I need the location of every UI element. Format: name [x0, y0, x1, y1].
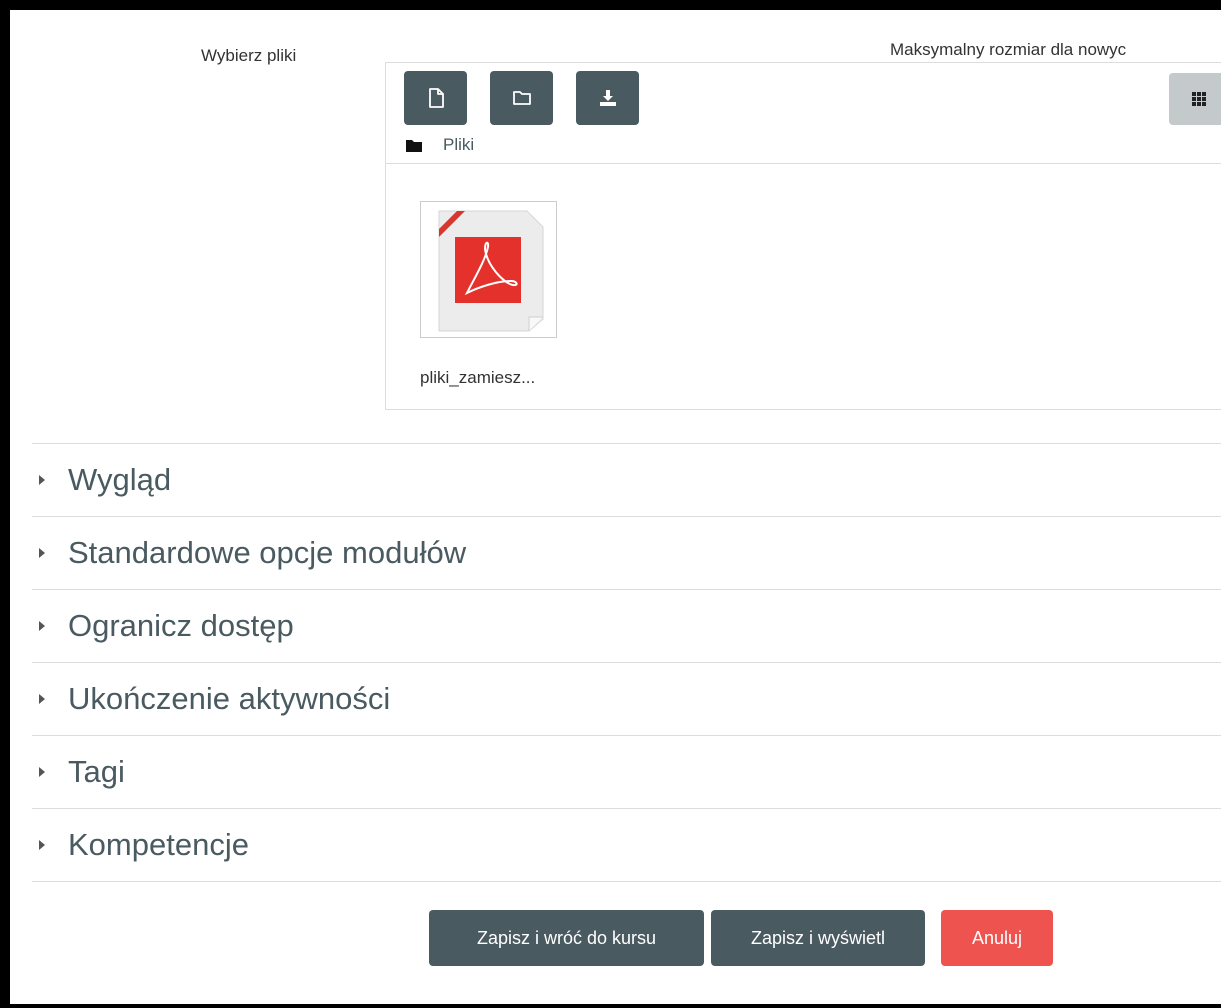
- section-standardowe-opcje[interactable]: Standardowe opcje modułów: [32, 516, 1221, 589]
- section-ukonczenie-aktywnosci[interactable]: Ukończenie aktywności: [32, 662, 1221, 735]
- download-icon: [599, 90, 616, 106]
- file-thumbnail[interactable]: [420, 201, 557, 338]
- breadcrumb-folder-link[interactable]: Pliki: [443, 135, 474, 155]
- create-folder-button[interactable]: [490, 71, 553, 125]
- download-button[interactable]: [576, 71, 639, 125]
- folder-icon: [512, 91, 531, 105]
- file-name[interactable]: pliki_zamiesz...: [420, 368, 560, 388]
- grid-icon: [1192, 92, 1206, 106]
- section-title[interactable]: Ukończenie aktywności: [68, 681, 390, 717]
- pdf-file-icon: [438, 210, 544, 332]
- breadcrumb: Pliki: [406, 135, 474, 155]
- field-label-files: Wybierz pliki: [201, 46, 297, 65]
- form-sections: Wygląd Standardowe opcje modułów Ogranic…: [32, 443, 1221, 882]
- save-display-button[interactable]: Zapisz i wyświetl: [711, 910, 925, 966]
- cancel-button[interactable]: Anuluj: [941, 910, 1053, 966]
- section-title[interactable]: Tagi: [68, 754, 125, 790]
- file-manager-toolbar: Pliki: [386, 63, 1221, 164]
- caret-right-icon: [38, 839, 52, 851]
- sections-divider: [32, 881, 1221, 882]
- caret-right-icon: [38, 474, 52, 486]
- view-icons-button[interactable]: [1169, 73, 1221, 125]
- section-tagi[interactable]: Tagi: [32, 735, 1221, 808]
- folder-icon: [406, 139, 422, 152]
- caret-right-icon: [38, 547, 52, 559]
- section-title[interactable]: Standardowe opcje modułów: [68, 535, 466, 571]
- section-title[interactable]: Ogranicz dostęp: [68, 608, 294, 644]
- file-manager: Pliki pliki_zamiesz...: [385, 62, 1221, 410]
- file-item[interactable]: pliki_zamiesz...: [420, 201, 560, 388]
- form-frame: Wybierz pliki Maksymalny rozmiar dla now…: [10, 10, 1221, 1004]
- max-size-text: Maksymalny rozmiar dla nowyc: [890, 40, 1127, 59]
- section-title[interactable]: Wygląd: [68, 462, 171, 498]
- add-file-button[interactable]: [404, 71, 467, 125]
- section-title[interactable]: Kompetencje: [68, 827, 249, 863]
- caret-right-icon: [38, 693, 52, 705]
- section-wyglad[interactable]: Wygląd: [32, 443, 1221, 516]
- caret-right-icon: [38, 620, 52, 632]
- file-icon: [428, 88, 444, 108]
- section-kompetencje[interactable]: Kompetencje: [32, 808, 1221, 881]
- save-return-button[interactable]: Zapisz i wróć do kursu: [429, 910, 704, 966]
- caret-right-icon: [38, 766, 52, 778]
- section-ogranicz-dostep[interactable]: Ogranicz dostęp: [32, 589, 1221, 662]
